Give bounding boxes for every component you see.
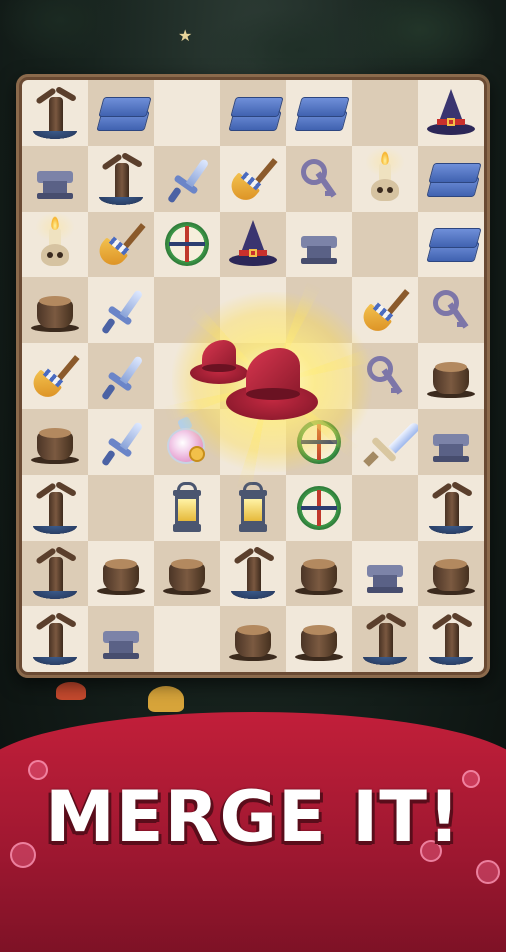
board-cell[interactable] bbox=[220, 145, 286, 212]
mushroom-decoration bbox=[148, 686, 184, 712]
board-cell[interactable] bbox=[418, 474, 484, 541]
board-cell[interactable] bbox=[22, 606, 88, 672]
board-cell[interactable] bbox=[418, 277, 484, 344]
candle-skull-icon[interactable] bbox=[357, 146, 413, 207]
dagger-icon[interactable] bbox=[159, 151, 215, 207]
board-cell[interactable] bbox=[154, 606, 220, 672]
lantern-icon[interactable] bbox=[159, 480, 215, 536]
board-cell[interactable] bbox=[418, 145, 484, 212]
board-cell[interactable] bbox=[418, 540, 484, 607]
board-cell[interactable] bbox=[88, 80, 154, 146]
board-cell[interactable] bbox=[418, 211, 484, 278]
board-cell[interactable] bbox=[154, 540, 220, 607]
merge-it-headline: MERGE IT! bbox=[45, 776, 461, 858]
dagger-icon[interactable] bbox=[93, 282, 149, 338]
key-icon[interactable] bbox=[423, 282, 479, 338]
witch-hat-icon[interactable] bbox=[423, 85, 479, 141]
anvil-icon[interactable] bbox=[357, 545, 413, 601]
board-cell[interactable] bbox=[352, 80, 418, 146]
board-cell[interactable] bbox=[154, 80, 220, 146]
dagger-icon[interactable] bbox=[93, 414, 149, 470]
board-cell[interactable] bbox=[352, 540, 418, 607]
board-cell[interactable] bbox=[154, 211, 220, 278]
board-cell[interactable] bbox=[286, 80, 352, 146]
board-cell[interactable] bbox=[88, 606, 154, 672]
board-cell[interactable] bbox=[22, 277, 88, 344]
tree-icon[interactable] bbox=[225, 545, 281, 601]
tree-icon[interactable] bbox=[27, 545, 83, 601]
candle-skull-icon[interactable] bbox=[27, 212, 83, 272]
witch-hat-icon[interactable] bbox=[225, 216, 281, 272]
board-cell[interactable] bbox=[88, 343, 154, 409]
board-cell[interactable] bbox=[418, 80, 484, 146]
tree-icon[interactable] bbox=[423, 480, 479, 536]
tree-icon[interactable] bbox=[27, 480, 83, 536]
board-cell[interactable] bbox=[154, 474, 220, 541]
stump-icon[interactable] bbox=[291, 545, 347, 601]
anvil-icon[interactable] bbox=[423, 414, 479, 470]
planks-icon[interactable] bbox=[225, 85, 284, 141]
board-cell[interactable] bbox=[352, 211, 418, 278]
board-cell[interactable] bbox=[286, 606, 352, 672]
board-cell[interactable] bbox=[22, 211, 88, 278]
board-cell[interactable] bbox=[88, 211, 154, 278]
board-cell[interactable] bbox=[418, 408, 484, 475]
bubble-decoration bbox=[476, 860, 500, 884]
board-cell[interactable] bbox=[352, 474, 418, 541]
board-cell[interactable] bbox=[220, 540, 286, 607]
broom-icon[interactable] bbox=[93, 216, 149, 272]
tree-icon[interactable] bbox=[357, 611, 413, 667]
board-cell[interactable] bbox=[88, 474, 154, 541]
planks-icon[interactable] bbox=[291, 85, 350, 141]
board-cell[interactable] bbox=[220, 211, 286, 278]
tree-icon[interactable] bbox=[27, 611, 83, 667]
board-cell[interactable] bbox=[88, 145, 154, 212]
anvil-icon[interactable] bbox=[291, 216, 347, 272]
broom-icon[interactable] bbox=[225, 151, 281, 207]
planks-icon[interactable] bbox=[423, 151, 482, 207]
board-cell[interactable] bbox=[22, 408, 88, 475]
key-icon[interactable] bbox=[291, 151, 347, 207]
board-cell[interactable] bbox=[22, 145, 88, 212]
stump-icon[interactable] bbox=[159, 545, 215, 601]
dagger-icon[interactable] bbox=[93, 348, 149, 404]
board-cell[interactable] bbox=[352, 606, 418, 672]
board-cell[interactable] bbox=[88, 540, 154, 607]
board-cell[interactable] bbox=[154, 145, 220, 212]
board-cell[interactable] bbox=[286, 145, 352, 212]
board-cell[interactable] bbox=[352, 145, 418, 212]
compass-icon[interactable] bbox=[159, 216, 215, 272]
broom-icon[interactable] bbox=[27, 348, 83, 404]
board-cell[interactable] bbox=[286, 211, 352, 278]
stump-icon[interactable] bbox=[423, 545, 479, 601]
tree-icon[interactable] bbox=[27, 85, 83, 141]
board-cell[interactable] bbox=[286, 540, 352, 607]
board-cell[interactable] bbox=[418, 343, 484, 409]
board-cell[interactable] bbox=[22, 80, 88, 146]
anvil-icon[interactable] bbox=[93, 611, 149, 667]
planks-icon[interactable] bbox=[93, 85, 152, 141]
board-cell[interactable] bbox=[88, 277, 154, 344]
board-cell[interactable] bbox=[418, 606, 484, 672]
mushroom-decoration bbox=[56, 682, 86, 700]
board-cell[interactable] bbox=[220, 80, 286, 146]
star-icon: ★ bbox=[178, 26, 193, 45]
stump-icon[interactable] bbox=[27, 414, 83, 470]
tree-icon[interactable] bbox=[93, 151, 149, 207]
board-cell[interactable] bbox=[88, 408, 154, 475]
anvil-icon[interactable] bbox=[27, 151, 83, 207]
stump-icon[interactable] bbox=[93, 545, 149, 601]
planks-icon[interactable] bbox=[423, 216, 482, 272]
board-cell[interactable] bbox=[22, 474, 88, 541]
tree-icon[interactable] bbox=[423, 611, 479, 667]
red-witch-hat-icon bbox=[226, 348, 318, 426]
stump-icon[interactable] bbox=[27, 282, 83, 338]
board-cell[interactable] bbox=[220, 606, 286, 672]
board-cell[interactable] bbox=[22, 540, 88, 607]
stump-icon[interactable] bbox=[225, 611, 281, 667]
board-cell[interactable] bbox=[22, 343, 88, 409]
stump-icon[interactable] bbox=[423, 348, 479, 404]
stump-icon[interactable] bbox=[291, 611, 347, 667]
